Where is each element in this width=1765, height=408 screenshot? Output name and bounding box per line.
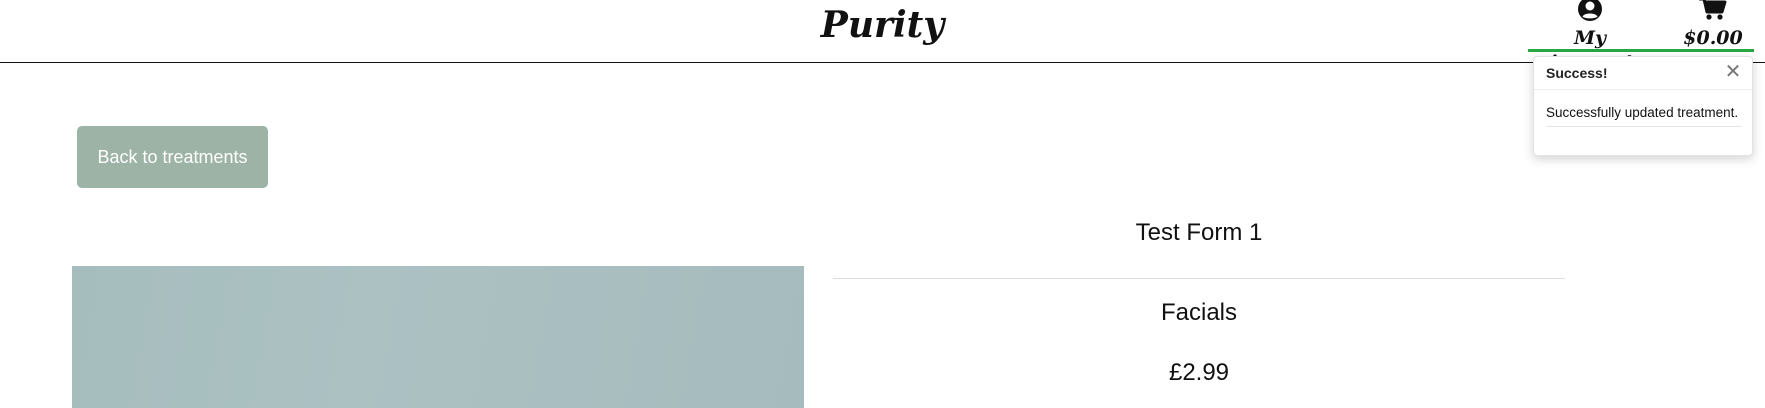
shopping-cart-icon [1699, 0, 1727, 20]
site-header: Purity My Account $0.00 [0, 0, 1765, 73]
cart-total: $0.00 [1683, 27, 1743, 49]
toast-body: Successfully updated treatment. [1534, 90, 1752, 127]
divider [833, 278, 1565, 279]
toast-title: Success! [1546, 65, 1608, 81]
toast-header: Success! ✕ [1534, 57, 1752, 90]
user-circle-icon [1578, 0, 1602, 21]
cart-accent-bar [1528, 49, 1754, 52]
page: Purity My Account $0.00 Success! ✕ [0, 0, 1765, 408]
close-icon[interactable]: ✕ [1722, 61, 1744, 83]
treatment-price: £2.99 [1168, 359, 1230, 386]
treatment-image [72, 266, 804, 408]
brand-logo: Purity [0, 2, 1765, 48]
success-toast: Success! ✕ Successfully updated treatmen… [1533, 56, 1753, 156]
treatment-name: Test Form 1 [1135, 219, 1263, 246]
cart-link[interactable]: $0.00 [1672, 0, 1754, 50]
treatment-category: Facials [1160, 299, 1238, 326]
brand-logo-text[interactable]: Purity [821, 4, 944, 46]
toast-message: Successfully updated treatment. [1546, 104, 1742, 127]
back-to-treatments-button[interactable]: Back to treatments [77, 126, 268, 188]
